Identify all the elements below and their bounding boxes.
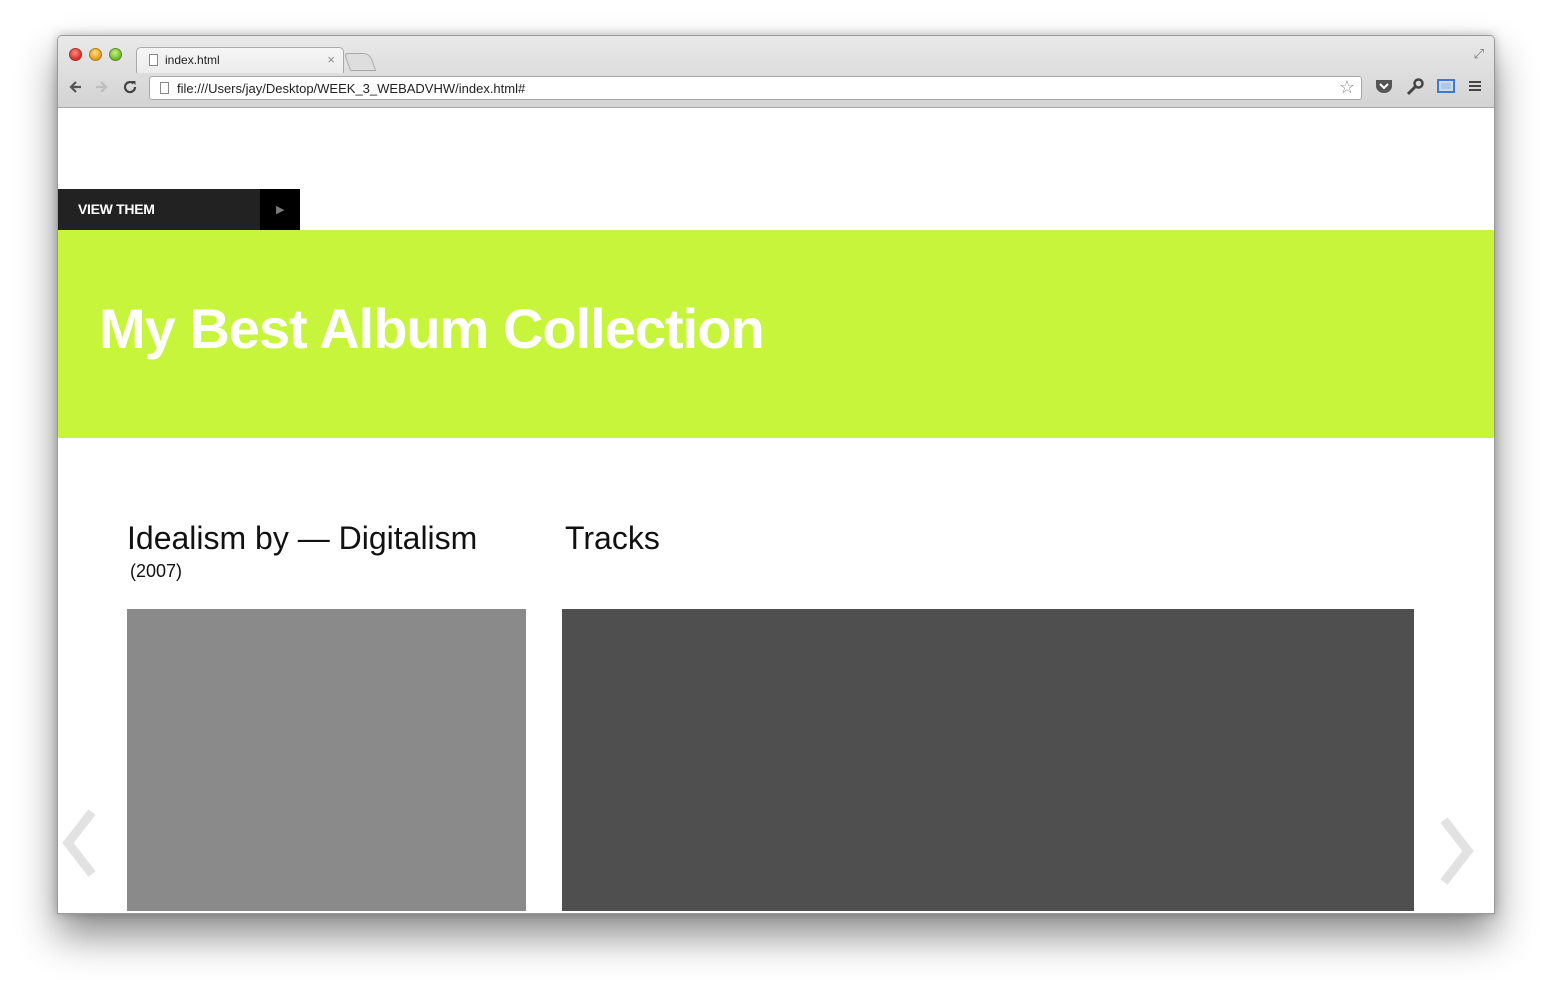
close-window-button[interactable] [69, 48, 82, 61]
play-button[interactable]: ▶ [260, 189, 300, 231]
reload-icon[interactable] [122, 79, 138, 100]
minimize-window-button[interactable] [89, 48, 102, 61]
page-icon [149, 54, 158, 66]
play-icon: ▶ [276, 204, 285, 216]
tracks-heading: Tracks [565, 520, 660, 556]
chevron-right-icon[interactable] [1436, 816, 1476, 886]
star-icon[interactable]: ☆ [1339, 77, 1355, 98]
page-viewport: VIEW THEM ▶ My Best Album Collection Ide… [58, 108, 1494, 913]
pocket-icon[interactable] [1375, 78, 1393, 99]
chevron-left-icon[interactable] [60, 808, 100, 878]
fullscreen-icon[interactable]: ⤢ [1474, 46, 1484, 62]
new-tab-button[interactable] [343, 53, 377, 71]
arrow-right-icon[interactable] [94, 79, 110, 99]
tab-title: index.html [165, 53, 220, 67]
address-bar[interactable]: file:///Users/jay/Desktop/WEEK_3_WEBADVH… [149, 76, 1362, 100]
browser-toolbar: index.html × ⤢ file:///Users/jay/Desktop… [58, 36, 1494, 108]
zoom-window-button[interactable] [109, 48, 122, 61]
arrow-left-icon[interactable] [67, 79, 83, 99]
tracks-panel [562, 609, 1414, 911]
view-them-button[interactable]: VIEW THEM ▶ [58, 189, 300, 231]
browser-tab[interactable]: index.html × [136, 47, 344, 73]
browser-window: index.html × ⤢ file:///Users/jay/Desktop… [57, 35, 1495, 914]
view-them-label: VIEW THEM [78, 201, 155, 217]
hamburger-menu-icon[interactable] [1468, 78, 1482, 98]
hero-banner: My Best Album Collection [58, 230, 1494, 438]
page-icon [160, 82, 169, 94]
page-title: My Best Album Collection [99, 297, 765, 360]
tab-close-icon[interactable]: × [327, 52, 335, 67]
screen-capture-icon[interactable] [1436, 78, 1456, 99]
album-title: Idealism by — Digitalism [127, 520, 478, 556]
url-text: file:///Users/jay/Desktop/WEEK_3_WEBADVH… [177, 81, 526, 96]
album-year: (2007) [130, 561, 183, 581]
wrench-icon[interactable] [1406, 78, 1424, 101]
album-cover-placeholder [127, 609, 526, 911]
